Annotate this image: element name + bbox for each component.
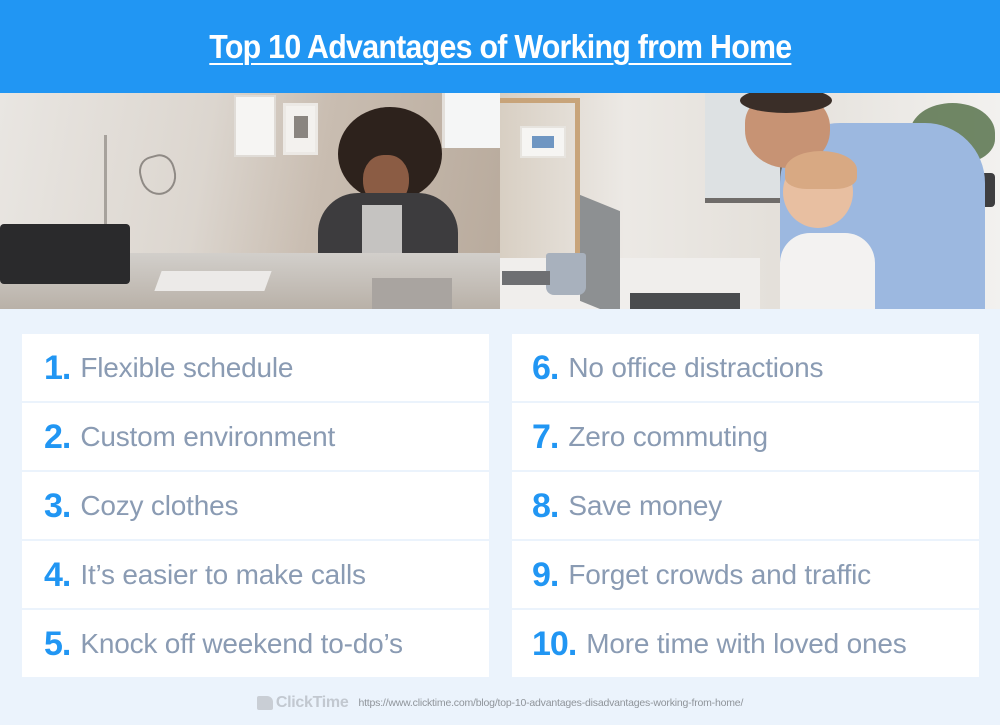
shelf-photo [520, 126, 566, 158]
list-item: 10. More time with loved ones [512, 610, 979, 677]
item-text: Custom environment [80, 420, 336, 452]
item-number: 9. [532, 555, 559, 594]
item-number: 7. [532, 417, 559, 456]
calculator [502, 271, 550, 285]
item-text: Knock off weekend to-do’s [80, 627, 403, 659]
item-number: 2. [44, 417, 71, 456]
list-item: 5. Knock off weekend to-do’s [22, 610, 489, 677]
item-text: Flexible schedule [80, 351, 294, 383]
mug [546, 253, 586, 295]
photo-man-with-child [500, 93, 1000, 309]
list-item: 4. It’s easier to make calls [22, 541, 489, 608]
advantages-list-left: 1. Flexible schedule 2. Custom environme… [22, 334, 489, 679]
list-item: 6. No office distractions [512, 334, 979, 401]
item-text: Cozy clothes [80, 489, 239, 521]
list-item: 1. Flexible schedule [22, 334, 489, 401]
advantages-list-right: 6. No office distractions 7. Zero commut… [512, 334, 979, 679]
item-text: Save money [568, 489, 723, 521]
source-url: https://www.clicktime.com/blog/top-10-ad… [358, 697, 744, 709]
clicktime-logo-icon [256, 696, 273, 710]
page-title: Top 10 Advantages of Working from Home [208, 27, 792, 65]
item-number: 4. [44, 555, 71, 594]
window [442, 93, 500, 148]
item-number: 8. [532, 486, 559, 525]
item-text: Zero commuting [568, 420, 768, 452]
item-number: 10. [532, 624, 577, 663]
shelf [500, 98, 580, 268]
header-banner: Top 10 Advantages of Working from Home [0, 0, 1000, 93]
list-item: 9. Forget crowds and traffic [512, 541, 979, 608]
wall-frame [283, 103, 318, 155]
item-number: 5. [44, 624, 71, 663]
item-text: More time with loved ones [586, 627, 907, 659]
photo-woman-at-desk [0, 93, 500, 309]
logo-text: ClickTime [275, 694, 349, 711]
list-item: 2. Custom environment [22, 403, 489, 470]
list-item: 3. Cozy clothes [22, 472, 489, 539]
laptop [580, 194, 620, 309]
item-number: 1. [44, 348, 71, 387]
item-text: It’s easier to make calls [80, 558, 366, 590]
item-text: Forget crowds and traffic [568, 558, 871, 590]
item-number: 6. [532, 348, 559, 387]
printer [0, 224, 130, 284]
laptop-keyboard [630, 293, 740, 309]
wall-frame [234, 95, 276, 157]
lamp-shade [135, 151, 181, 199]
child-hair [785, 151, 857, 189]
pen-holder [372, 278, 452, 309]
item-number: 3. [44, 486, 71, 525]
footer: ClickTime https://www.clicktime.com/blog… [0, 692, 1000, 714]
item-text: No office distractions [568, 351, 824, 383]
clicktime-logo: ClickTime [256, 694, 349, 712]
list-item: 7. Zero commuting [512, 403, 979, 470]
list-item: 8. Save money [512, 472, 979, 539]
papers [154, 271, 272, 291]
lamp [104, 135, 107, 235]
child-body [780, 233, 875, 309]
